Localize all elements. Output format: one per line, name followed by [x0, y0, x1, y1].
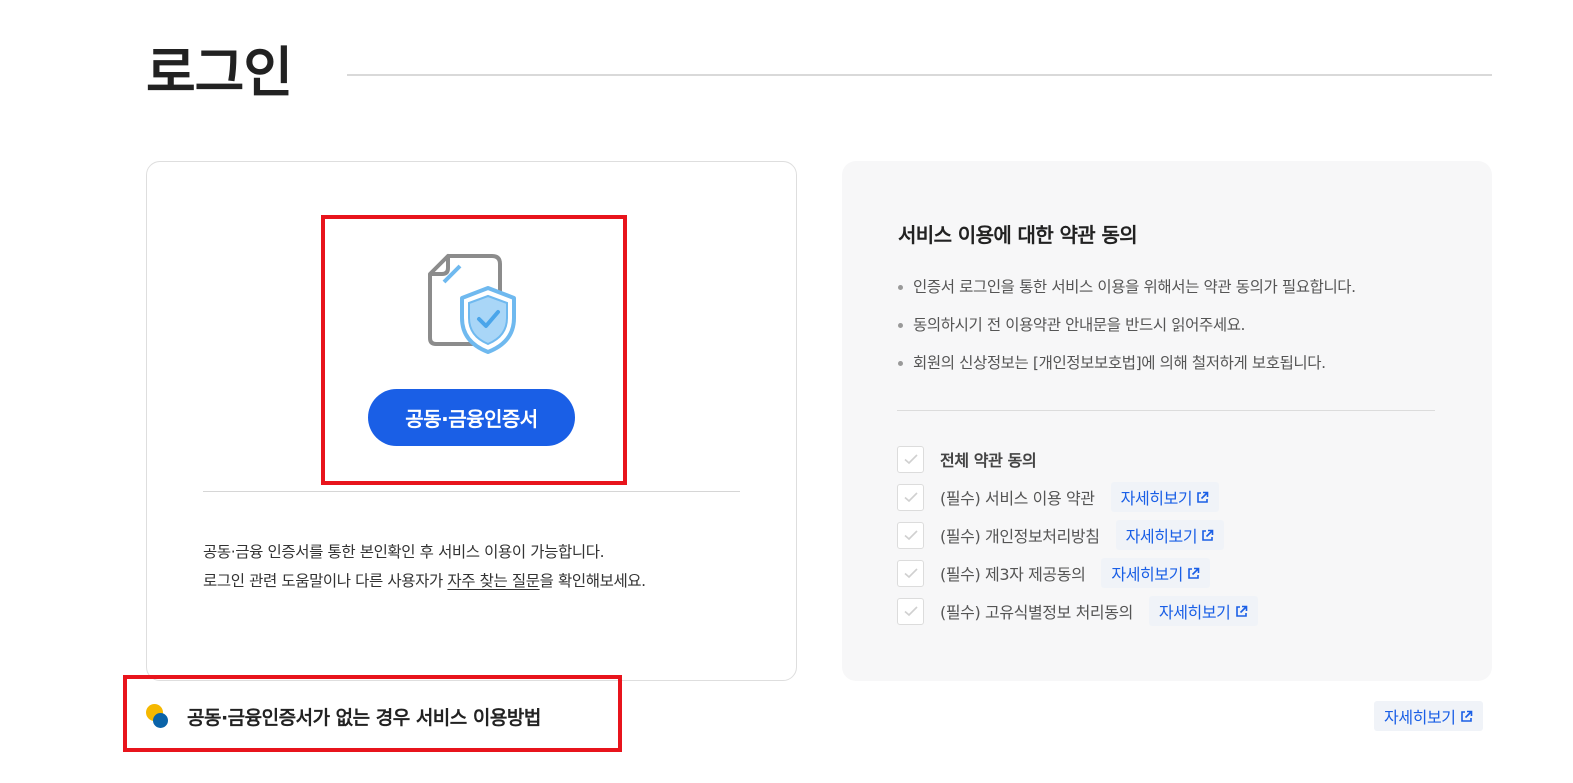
terms-detail-link-unique-id[interactable]: 자세히보기	[1148, 596, 1258, 626]
certificate-login-button[interactable]: 공동·금융인증서	[368, 389, 575, 446]
description-line-2-prefix: 로그인 관련 도움말이나 다른 사용자가	[203, 572, 448, 590]
certificate-shield-icon	[428, 254, 516, 354]
terms-detail-link-privacy[interactable]: 자세히보기	[1115, 520, 1225, 550]
detail-link-label: 자세히보기	[1120, 489, 1193, 508]
external-link-icon	[1460, 710, 1472, 722]
check-icon	[903, 567, 918, 578]
description-line-1: 공동·금융 인증서를 통한 본인확인 후 서비스 이용이 가능합니다.	[203, 543, 605, 561]
no-cert-detail-link[interactable]: 자세히보기	[1374, 701, 1483, 731]
external-link-icon	[1197, 491, 1209, 503]
terms-label-third-party: (필수) 제3자 제공동의	[940, 565, 1086, 584]
notice-item: 인증서 로그인을 통한 서비스 이용을 위해서는 약관 동의가 필요합니다.	[898, 273, 1356, 311]
terms-checkbox-unique-id[interactable]	[897, 597, 924, 625]
terms-checkbox-third-party[interactable]	[897, 559, 924, 587]
login-description: 공동·금융 인증서를 통한 본인확인 후 서비스 이용이 가능합니다. 로그인 …	[203, 538, 763, 596]
bullet-dots-icon	[146, 703, 170, 730]
terms-detail-link-service[interactable]: 자세히보기	[1110, 482, 1220, 512]
terms-label-privacy: (필수) 개인정보처리방침	[940, 527, 1100, 546]
check-icon	[903, 605, 918, 616]
terms-item-row: (필수) 서비스 이용 약관 자세히보기	[897, 482, 1220, 512]
check-icon	[903, 491, 918, 502]
title-divider	[347, 74, 1492, 76]
terms-notice-list: 인증서 로그인을 통한 서비스 이용을 위해서는 약관 동의가 필요합니다. 동…	[898, 273, 1356, 387]
agree-all-label: 전체 약관 동의	[940, 451, 1037, 470]
detail-link-label: 자세히보기	[1384, 708, 1456, 727]
terms-item-row: (필수) 고유식별정보 처리동의 자세히보기	[897, 596, 1258, 626]
terms-divider	[897, 410, 1435, 411]
faq-link[interactable]: 자주 찾는 질문	[447, 572, 540, 590]
agree-all-checkbox[interactable]	[897, 445, 924, 473]
page-title: 로그인	[146, 41, 293, 104]
check-icon	[903, 529, 918, 540]
external-link-icon	[1202, 529, 1214, 541]
terms-checkbox-privacy[interactable]	[897, 521, 924, 549]
external-link-icon	[1235, 605, 1247, 617]
terms-item-row: (필수) 제3자 제공동의 자세히보기	[897, 558, 1211, 588]
description-line-2: 로그인 관련 도움말이나 다른 사용자가 자주 찾는 질문을 확인해보세요.	[203, 567, 763, 596]
terms-label-unique-id: (필수) 고유식별정보 처리동의	[940, 603, 1133, 622]
external-link-icon	[1188, 567, 1200, 579]
agree-all-row: 전체 약관 동의	[897, 445, 1037, 473]
notice-item: 동의하시기 전 이용약관 안내문을 반드시 읽어주세요.	[898, 311, 1356, 349]
card-divider	[203, 491, 740, 492]
description-line-2-suffix: 을 확인해보세요.	[539, 572, 646, 590]
terms-title: 서비스 이용에 대한 약관 동의	[898, 223, 1138, 247]
detail-link-label: 자세히보기	[1158, 603, 1231, 622]
no-cert-title-text: 공동·금융인증서가 없는 경우 서비스 이용방법	[187, 707, 541, 729]
check-icon	[903, 453, 918, 464]
terms-checkbox-service[interactable]	[897, 483, 924, 511]
detail-link-label: 자세히보기	[1111, 565, 1184, 584]
terms-label-service: (필수) 서비스 이용 약관	[940, 489, 1095, 508]
detail-link-label: 자세히보기	[1125, 527, 1198, 546]
terms-item-row: (필수) 개인정보처리방침 자세히보기	[897, 520, 1225, 550]
no-cert-section-title: 공동·금융인증서가 없는 경우 서비스 이용방법	[146, 703, 541, 730]
terms-detail-link-third-party[interactable]: 자세히보기	[1101, 558, 1211, 588]
notice-item: 회원의 신상정보는 [개인정보보호법]에 의해 철저하게 보호됩니다.	[898, 349, 1356, 387]
